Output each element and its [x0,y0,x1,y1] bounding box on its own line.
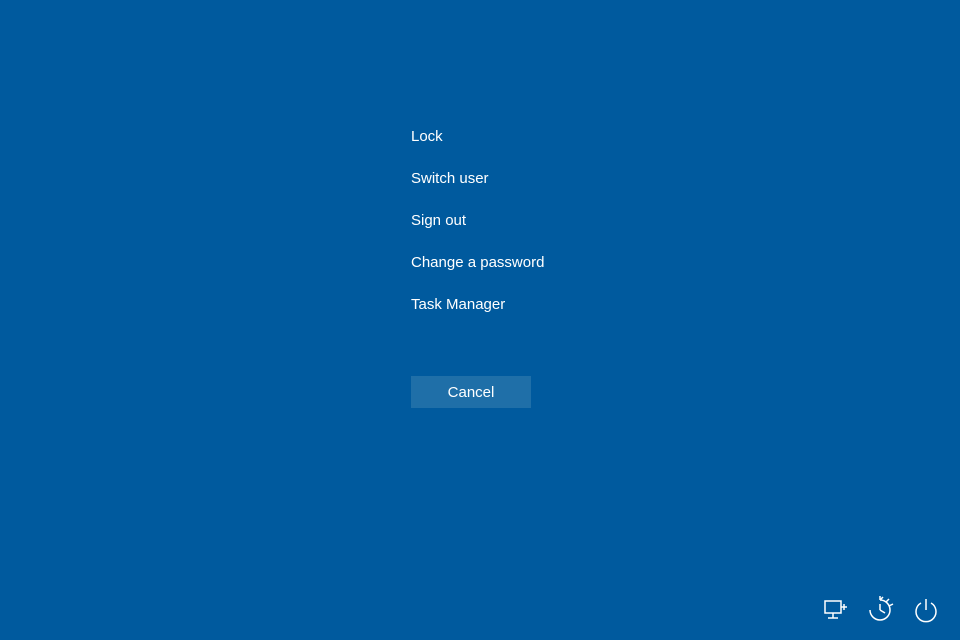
menu-item-switch-user[interactable]: Switch user [411,170,544,187]
cancel-button[interactable]: Cancel [411,376,531,408]
menu-item-task-manager[interactable]: Task Manager [411,296,544,313]
security-options-menu: Lock Switch user Sign out Change a passw… [411,128,544,338]
network-icon[interactable] [820,596,848,624]
menu-item-lock[interactable]: Lock [411,128,544,145]
menu-item-sign-out[interactable]: Sign out [411,212,544,229]
bottom-icons-bar [820,596,940,624]
ease-of-access-icon[interactable] [866,596,894,624]
power-icon[interactable] [912,596,940,624]
menu-item-change-password[interactable]: Change a password [411,254,544,271]
